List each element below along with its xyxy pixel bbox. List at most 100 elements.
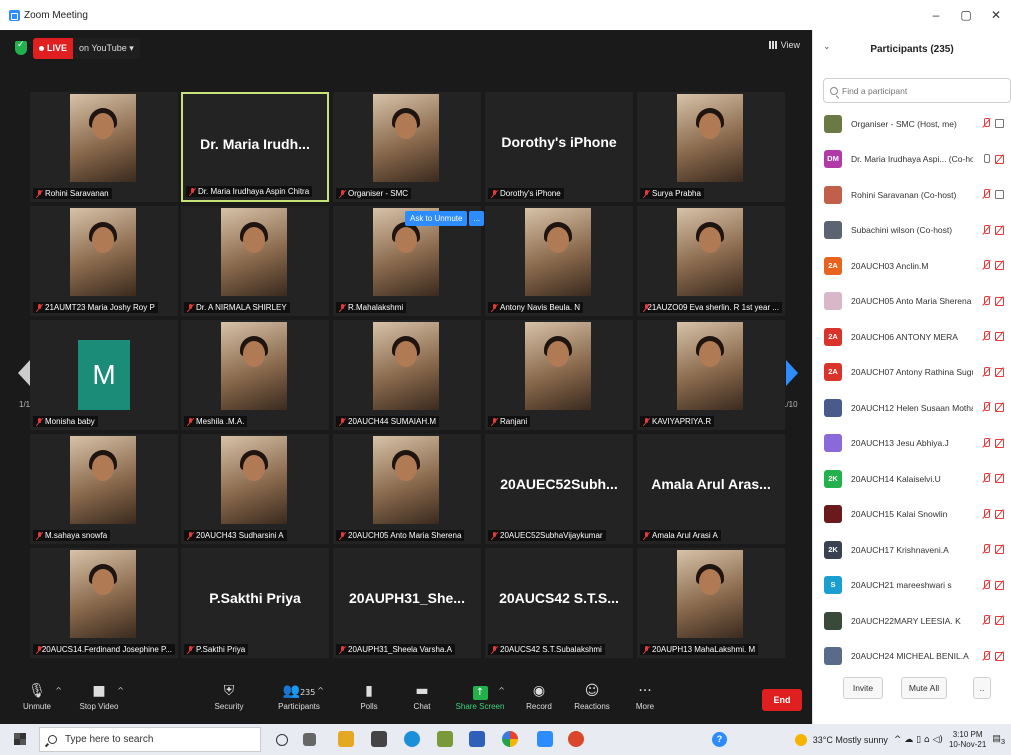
ask-to-unmute-button[interactable]: Ask to Unmute — [405, 211, 468, 226]
muted-mic-icon[interactable] — [982, 189, 990, 199]
video-off-icon[interactable] — [995, 403, 1006, 412]
muted-mic-icon[interactable] — [982, 544, 990, 554]
muted-mic-icon[interactable] — [982, 224, 990, 235]
muted-mic-icon[interactable] — [982, 295, 990, 306]
task-view-icon[interactable] — [303, 733, 316, 746]
close-button[interactable]: ✕ — [981, 0, 1011, 30]
video-tile[interactable]: 20AUCH44 SUMAIAH.M — [333, 320, 481, 430]
tray-icons[interactable]: ^ ☁ ▯ ⌂ ◁) — [894, 735, 943, 745]
video-tile[interactable]: 20AUCH43 Sudharsini A — [181, 434, 329, 544]
mic-icon[interactable] — [982, 153, 990, 164]
more-button[interactable]: ··· More — [618, 682, 672, 711]
share-options-chevron-icon[interactable]: ^ — [498, 686, 505, 695]
previous-page-arrow-icon[interactable] — [18, 360, 30, 386]
muted-mic-icon[interactable] — [982, 260, 990, 270]
participant-row[interactable]: 20AUCH05 Anto Maria Sherena — [813, 284, 1011, 320]
record-button[interactable]: ◉ Record — [512, 682, 566, 711]
paint-icon[interactable] — [437, 731, 453, 747]
video-off-icon[interactable] — [995, 225, 1006, 235]
participant-row[interactable]: 2A 20AUCH07 Antony Rathina Sugu... — [813, 355, 1011, 391]
participant-row[interactable]: 20AUCH12 Helen Susaan Motha — [813, 390, 1011, 426]
file-explorer-icon[interactable] — [338, 731, 354, 747]
video-off-icon[interactable] — [995, 332, 1006, 341]
participant-row[interactable]: S 20AUCH21 mareeshwari s — [813, 568, 1011, 604]
muted-mic-icon[interactable] — [982, 402, 990, 412]
video-off-icon[interactable] — [995, 154, 1006, 164]
taskbar-search-box[interactable]: Type here to search — [39, 727, 261, 752]
video-tile[interactable]: KAVIYAPRIYA.R — [637, 320, 785, 430]
video-off-icon[interactable] — [995, 651, 1006, 661]
video-tile[interactable]: Ranjani — [485, 320, 633, 430]
muted-mic-icon[interactable] — [982, 118, 990, 128]
participant-search-box[interactable] — [823, 78, 1011, 103]
video-tile[interactable]: Dorothy's iPhone Dorothy's iPhone — [485, 92, 633, 202]
invite-button[interactable]: Invite — [843, 677, 883, 699]
video-off-icon[interactable] — [995, 367, 1006, 377]
participant-row[interactable]: 2A 20AUCH06 ANTONY MERA — [813, 319, 1011, 355]
video-camera-icon[interactable] — [995, 119, 1006, 128]
video-tile[interactable]: Organiser - SMC — [333, 92, 481, 202]
chat-button[interactable]: ▬ Chat — [395, 682, 449, 711]
video-off-icon[interactable] — [995, 261, 1006, 270]
video-tile[interactable]: 20AUPH13 MahaLakshmi. M — [637, 548, 785, 658]
muted-mic-icon[interactable] — [982, 650, 990, 661]
muted-mic-icon[interactable] — [982, 508, 990, 519]
cortana-icon[interactable] — [276, 734, 288, 746]
windows-start-icon[interactable] — [14, 733, 26, 745]
participant-row[interactable]: Subachini wilson (Co-host) — [813, 213, 1011, 249]
video-tile[interactable]: 21AUZO09 Eva sherlin. R 1st year ... — [637, 206, 785, 316]
weather-text[interactable]: 33°C Mostly sunny — [813, 735, 888, 745]
maximize-button[interactable]: ▢ — [951, 0, 981, 30]
store-icon[interactable] — [371, 731, 387, 747]
video-off-icon[interactable] — [995, 509, 1006, 519]
taskbar-clock[interactable]: 3:10 PM 10-Nov-21 — [949, 730, 986, 750]
video-tile[interactable]: M.sahaya snowfa — [30, 434, 178, 544]
collapse-panel-chevron-icon[interactable]: ⌄ — [823, 42, 831, 52]
video-off-icon[interactable] — [995, 474, 1006, 483]
live-on-youtube-dropdown[interactable]: on YouTube ▾ — [73, 43, 140, 54]
live-stream-badge[interactable]: LIVE on YouTube ▾ — [33, 38, 140, 59]
end-meeting-button[interactable]: End — [762, 689, 802, 711]
video-tile[interactable]: 20AUCS42 S.T.S... 20AUCS42 S.T.Subalakshm… — [485, 548, 633, 658]
participant-search-input[interactable] — [842, 85, 1002, 96]
security-button[interactable]: ⛨ Security — [202, 682, 256, 711]
video-tile[interactable]: Amala Arul Aras... Amala Arul Arasi A — [637, 434, 785, 544]
video-tile[interactable]: Dr. Maria Irudh... Dr. Maria Irudhaya Asp… — [181, 92, 329, 202]
muted-mic-icon[interactable] — [982, 579, 990, 590]
next-page-arrow-icon[interactable] — [786, 360, 798, 386]
participants-chevron-icon[interactable]: ^ — [317, 686, 324, 695]
participant-row[interactable]: Organiser - SMC (Host, me) — [813, 106, 1011, 142]
polls-button[interactable]: ▮ Polls — [342, 682, 396, 711]
taskbar-app-icon[interactable] — [469, 731, 485, 747]
video-off-icon[interactable] — [995, 438, 1006, 448]
muted-mic-icon[interactable] — [982, 366, 990, 377]
video-off-icon[interactable] — [995, 545, 1006, 554]
participant-row[interactable]: 20AUCH15 Kalai Snowlin — [813, 497, 1011, 533]
minimize-button[interactable]: – — [921, 0, 951, 30]
chrome-browser-icon[interactable] — [502, 731, 518, 747]
participants-button[interactable]: 👥235 ^ Participants — [272, 682, 326, 711]
edge-browser-icon[interactable] — [404, 731, 420, 747]
video-tile[interactable]: 20AUCH05 Anto Maria Sherena — [333, 434, 481, 544]
video-tile[interactable]: Rohini Saravanan — [30, 92, 178, 202]
video-tile[interactable]: 20AUCS14.Ferdinand Josephine P... — [30, 548, 178, 658]
participant-row[interactable]: 20AUCH13 Jesu Abhiya.J — [813, 426, 1011, 462]
video-tile[interactable]: 20AUPH31_She... 20AUPH31_Sheela Varsha.A — [333, 548, 481, 658]
video-tile[interactable]: P.Sakthi Priya P.Sakthi Priya — [181, 548, 329, 658]
reactions-button[interactable]: ☺ Reactions — [565, 682, 619, 711]
muted-mic-icon[interactable] — [982, 331, 990, 341]
video-off-icon[interactable] — [995, 296, 1006, 306]
muted-mic-icon[interactable] — [982, 615, 990, 625]
participant-row[interactable]: 20AUCH24 MICHEAL BENIL.A — [813, 639, 1011, 675]
participant-row[interactable]: 2K 20AUCH14 Kalaiselvi.U — [813, 461, 1011, 497]
video-options-chevron-icon[interactable]: ^ — [117, 686, 124, 695]
video-camera-icon[interactable] — [995, 190, 1006, 199]
video-off-icon[interactable] — [995, 580, 1006, 590]
stop-video-button[interactable]: ■ ^ Stop Video — [72, 682, 126, 711]
video-tile[interactable]: Dr. A NIRMALA SHIRLEY — [181, 206, 329, 316]
audio-options-chevron-icon[interactable]: ^ — [55, 686, 62, 695]
share-screen-button[interactable]: ↑ ^ Share Screen — [453, 682, 507, 711]
participant-row[interactable]: DM Dr. Maria Irudhaya Aspi... (Co-host) — [813, 142, 1011, 178]
participant-row[interactable]: 2A 20AUCH03 Anclin.M — [813, 248, 1011, 284]
video-tile[interactable]: M Monisha baby — [30, 320, 178, 430]
